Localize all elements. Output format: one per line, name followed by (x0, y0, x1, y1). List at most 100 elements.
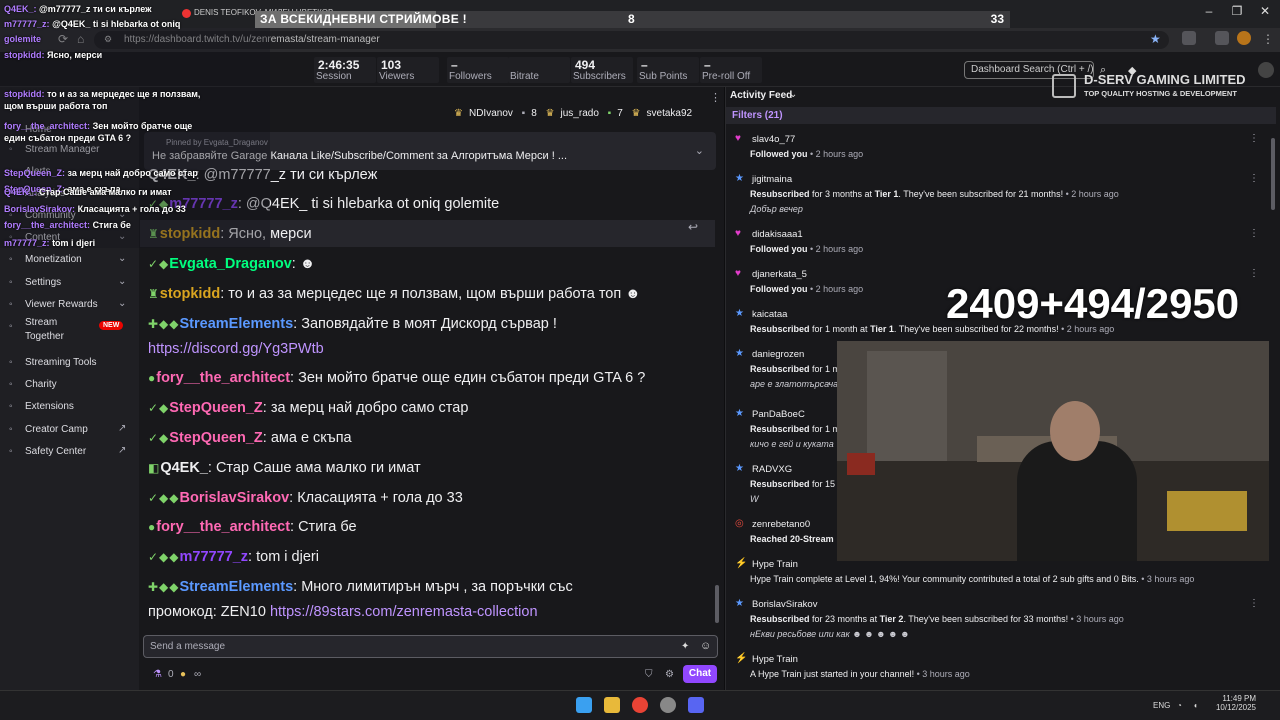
feed-filters[interactable]: Filters (21) (726, 107, 1276, 124)
stat-preroll[interactable]: – Pre-roll Off (700, 57, 762, 83)
chat-message[interactable]: ◧Q4EK_: Стар Саше ама малко ги имат (148, 460, 421, 476)
chat-message[interactable]: ♜stopkidd: то и аз за мерцедес ще я полз… (148, 286, 641, 302)
feed-item-menu-icon[interactable]: ⋮ (1249, 228, 1259, 239)
chat-username[interactable]: m77777_z (180, 549, 249, 565)
feed-user-name[interactable]: djanerkata_5 (752, 269, 807, 280)
chevron-down-icon[interactable]: ⌄ (118, 298, 126, 309)
chrome-icon[interactable] (632, 697, 648, 713)
chat-settings-icon[interactable]: ⚙ (665, 669, 674, 680)
chat-username[interactable]: Q4EK_ (160, 460, 208, 476)
top-chatter-name[interactable]: svetaka92 (647, 108, 693, 119)
user-avatar[interactable] (1258, 62, 1274, 78)
clock[interactable]: 11:49 PM 10/12/2025 (1212, 694, 1256, 712)
sidebar-item-viewer-rewards[interactable]: ◦ Viewer Rewards ⌄ (0, 296, 139, 316)
sidebar-item-streaming-tools[interactable]: ◦ Streaming Tools (0, 354, 139, 374)
feed-user-name[interactable]: Hype Train (752, 654, 798, 665)
chat-username[interactable]: Evgata_Draganov (169, 256, 292, 272)
bits-icon[interactable]: ◆ (1128, 64, 1136, 77)
channel-points-icon[interactable]: ⚗ (153, 669, 162, 680)
emote-icon[interactable]: ☺ (700, 640, 711, 652)
browser-menu-icon[interactable]: ⋮ (1262, 32, 1274, 46)
discord-icon[interactable] (688, 697, 704, 713)
file-explorer-icon[interactable] (604, 697, 620, 713)
sidebar-item-monetization[interactable]: ◦ Monetization ⌄ (0, 251, 139, 271)
chat-scrollbar[interactable] (715, 585, 719, 623)
chat-username[interactable]: stopkidd (160, 286, 220, 302)
obs-icon[interactable] (660, 697, 676, 713)
chat-message[interactable]: https://discord.gg/Yg3PWtb (148, 341, 324, 357)
money-icon: ◦ (9, 254, 13, 265)
chat-link[interactable]: https://89stars.com/zenremasta-collectio… (270, 604, 538, 620)
shield-mod-icon[interactable]: ⛉ (645, 669, 653, 680)
chat-username[interactable]: StepQueen_Z (169, 400, 262, 416)
chat-username[interactable]: StreamElements (180, 316, 294, 332)
chevron-down-icon[interactable]: ⌄ (118, 276, 126, 287)
feed-user-name[interactable]: RADVXG (752, 464, 792, 475)
sidebar-item-safety-center[interactable]: ◦ Safety Center ↗ (0, 443, 139, 463)
feed-scrollbar[interactable] (1271, 138, 1275, 210)
feed-item-menu-icon[interactable]: ⋮ (1249, 133, 1259, 144)
close-icon[interactable]: ✕ (1251, 4, 1279, 18)
chat-message[interactable]: ✓◆Evgata_Draganov: ☻ (148, 256, 315, 272)
windows-start-icon[interactable] (576, 697, 592, 713)
feed-user-name[interactable]: PanDaBoeC (752, 409, 805, 420)
feed-timestamp: 2 hours ago (815, 284, 864, 294)
sidebar-item-creator-camp[interactable]: ◦ Creator Camp ↗ (0, 421, 139, 441)
chat-message[interactable]: ●fory__the_architect: Зен мойто братче о… (148, 370, 645, 386)
chevron-down-icon[interactable]: ⌄ (789, 89, 797, 100)
feed-user-name[interactable]: slav4o_77 (752, 134, 795, 145)
chat-link[interactable]: https://discord.gg/Yg3PWtb (148, 341, 324, 357)
volume-icon[interactable]: ◖ (1193, 701, 1198, 710)
sidebar-item-stream[interactable]: ◦ Stream Together NEW (0, 317, 139, 342)
reply-icon[interactable]: ↩ (688, 220, 698, 234)
overlay-chat-username: Q4EK_: (4, 4, 37, 14)
top-chatter-name[interactable]: jus_rado (561, 108, 599, 119)
chat-username[interactable]: BorislavSirakov (180, 490, 290, 506)
star-icon: ★ (735, 463, 744, 474)
feed-user-name[interactable]: daniegrozen (752, 349, 804, 360)
wifi-icon[interactable]: ◔ (1177, 701, 1182, 710)
profile-avatar-icon[interactable] (1237, 31, 1251, 45)
extension-icon[interactable] (1215, 31, 1229, 45)
extensions-icon[interactable] (1182, 31, 1196, 45)
minimize-icon[interactable]: – (1195, 4, 1223, 18)
chat-username[interactable]: fory__the_architect (156, 519, 290, 535)
feed-user-name[interactable]: Hype Train (752, 559, 798, 570)
chat-message[interactable]: ✓◆◆BorislavSirakov: Класацията + гола до… (148, 490, 463, 506)
feed-user-name[interactable]: BorislavSirakov (752, 599, 817, 610)
search-icon[interactable]: ⌕ (1100, 64, 1106, 77)
language-indicator[interactable]: ENG (1153, 701, 1170, 710)
chevron-down-icon[interactable]: ⌄ (118, 253, 126, 264)
bookmark-star-icon[interactable]: ★ (1150, 32, 1161, 46)
sidebar-item-settings[interactable]: ◦ Settings ⌄ (0, 274, 139, 294)
chat-send-button[interactable]: Chat (683, 665, 717, 683)
maximize-icon[interactable]: ❐ (1223, 4, 1251, 18)
external-link-icon[interactable]: ↗ (118, 423, 126, 434)
feed-item-menu-icon[interactable]: ⋮ (1249, 173, 1259, 184)
feed-user-name[interactable]: kaicataa (752, 309, 787, 320)
activity-feed-title[interactable]: Activity Feed (730, 90, 792, 101)
feed-user-name[interactable]: jigitmaina (752, 174, 792, 185)
chat-message[interactable]: ✓◆◆m77777_z: tom i djeri (148, 549, 319, 565)
chat-message[interactable]: ✚◆◆StreamElements: Много лимитирън мърч … (148, 579, 573, 595)
chat-message[interactable]: промокод: ZEN10 https://89stars.com/zenr… (148, 604, 538, 620)
chat-username[interactable]: fory__the_architect (156, 370, 290, 386)
chat-input[interactable] (143, 635, 718, 658)
sidebar-item-charity[interactable]: ◦ Charity (0, 376, 139, 396)
feed-item-menu-icon[interactable]: ⋮ (1249, 268, 1259, 279)
feed-user-name[interactable]: didakisaaa1 (752, 229, 803, 240)
chevron-down-icon[interactable]: ⌄ (695, 144, 704, 157)
chat-username[interactable]: StreamElements (180, 579, 294, 595)
chat-message[interactable]: ✓◆StepQueen_Z: за мерц най добро само ст… (148, 400, 468, 416)
chat-message[interactable]: ✚◆◆StreamElements: Заповядайте в моят Ди… (148, 316, 557, 332)
feed-user-name[interactable]: zenrebetano0 (752, 519, 810, 530)
chat-message[interactable]: ✓◆StepQueen_Z: ама е скъпа (148, 430, 352, 446)
feed-item-menu-icon[interactable]: ⋮ (1249, 598, 1259, 609)
sidebar-item-extensions[interactable]: ◦ Extensions (0, 398, 139, 418)
top-chatter-name[interactable]: NDIvanov (469, 108, 513, 119)
sparkle-icon[interactable]: ✦ (681, 641, 689, 652)
external-link-icon[interactable]: ↗ (118, 445, 126, 456)
chat-message[interactable]: ●fory__the_architect: Стига бе (148, 519, 357, 535)
chat-menu-icon[interactable]: ⋮ (710, 91, 721, 104)
chat-username[interactable]: StepQueen_Z (169, 430, 262, 446)
